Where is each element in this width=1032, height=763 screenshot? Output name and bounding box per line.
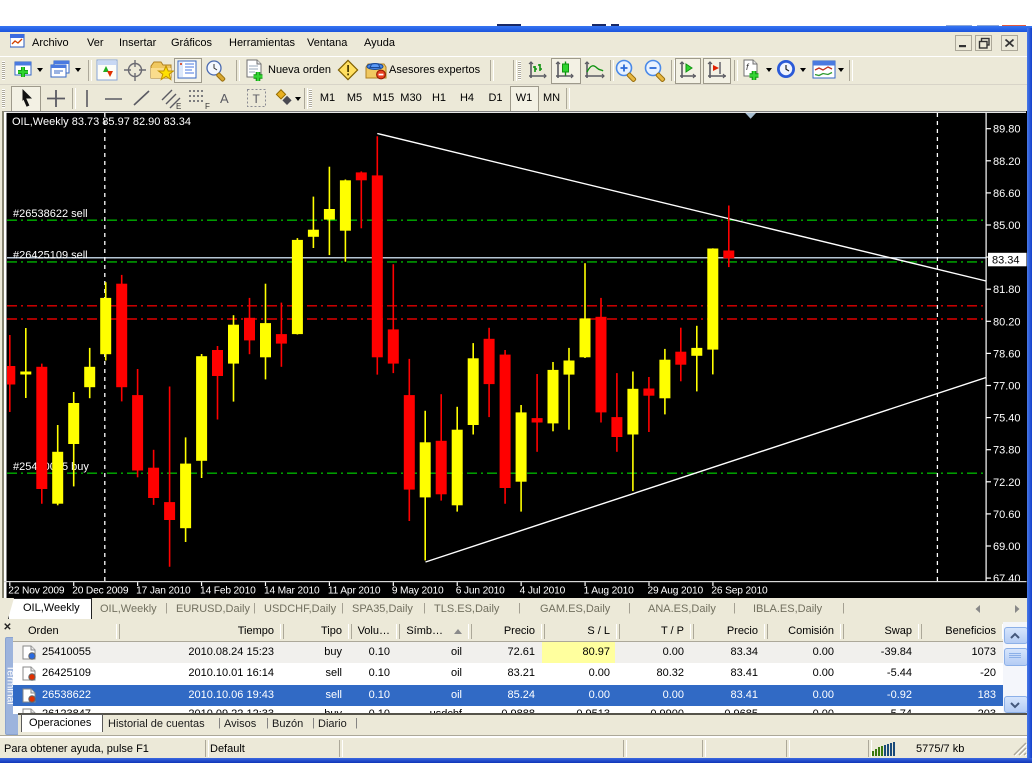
svg-text:1 Aug 2010: 1 Aug 2010: [584, 586, 635, 597]
svg-text:E: E: [176, 102, 181, 110]
svg-text:22 Nov 2009: 22 Nov 2009: [8, 586, 65, 597]
svg-text:69.00: 69.00: [993, 541, 1021, 553]
svg-text:14 Mar 2010: 14 Mar 2010: [264, 586, 320, 597]
svg-text:80.20: 80.20: [993, 316, 1021, 328]
svg-text:11 Apr 2010: 11 Apr 2010: [328, 586, 381, 597]
svg-text:67.40: 67.40: [993, 573, 1021, 585]
svg-text:4 Jul 2010: 4 Jul 2010: [520, 586, 566, 597]
svg-text:89.80: 89.80: [993, 124, 1021, 136]
svg-text:T: T: [253, 92, 261, 106]
svg-text:26 Sep 2010: 26 Sep 2010: [711, 586, 768, 597]
svg-text:9 May 2010: 9 May 2010: [392, 586, 444, 597]
svg-text:20 Dec 2009: 20 Dec 2009: [72, 586, 129, 597]
svg-text:83.34: 83.34: [992, 255, 1020, 267]
svg-text:17 Jan 2010: 17 Jan 2010: [136, 586, 191, 597]
svg-text:85.00: 85.00: [993, 220, 1021, 232]
svg-text:6 Jun 2010: 6 Jun 2010: [456, 586, 505, 597]
svg-text:#26538622 sell: #26538622 sell: [13, 208, 88, 220]
svg-text:#25410055 buy: #25410055 buy: [13, 461, 89, 473]
svg-text:70.60: 70.60: [993, 509, 1021, 521]
svg-text:88.20: 88.20: [993, 156, 1021, 168]
svg-text:29 Aug 2010: 29 Aug 2010: [648, 586, 704, 597]
svg-text:81.80: 81.80: [993, 284, 1021, 296]
svg-text:F: F: [205, 102, 210, 110]
svg-text:72.20: 72.20: [993, 477, 1021, 489]
svg-text:78.60: 78.60: [993, 348, 1021, 360]
svg-text:OIL,Weekly 83.73 85.97 82.90: OIL,Weekly 83.73 85.97 82.90 83.34: [12, 116, 191, 128]
svg-text:#26425109 sell: #26425109 sell: [13, 250, 88, 262]
svg-text:86.60: 86.60: [993, 188, 1021, 200]
svg-text:77.00: 77.00: [993, 381, 1021, 393]
svg-text:75.40: 75.40: [993, 413, 1021, 425]
svg-text:73.80: 73.80: [993, 445, 1021, 457]
svg-text:14 Feb 2010: 14 Feb 2010: [200, 586, 256, 597]
